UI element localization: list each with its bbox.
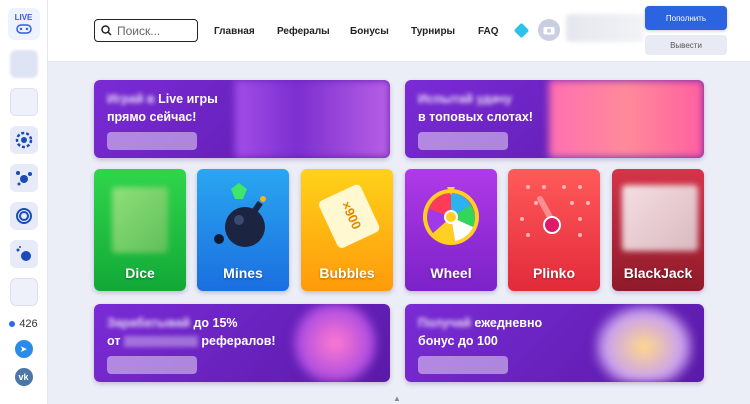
banner-live-line2: прямо сейчас! (107, 110, 197, 124)
search-input[interactable] (117, 23, 187, 38)
sidebar-item-ring[interactable] (9, 202, 38, 230)
nav-referrals[interactable]: Рефералы (277, 26, 330, 37)
deposit-button[interactable]: Пополнить (645, 6, 727, 30)
wheel-icon (15, 131, 32, 149)
game-label-plinko: Plinko (532, 265, 575, 281)
game-label-mines: Mines (223, 265, 263, 281)
banner-referral-blurred-value (123, 336, 198, 348)
sidebar-item-2[interactable] (9, 88, 38, 116)
diamond-icon[interactable] (513, 22, 530, 39)
banner-slots-line2: в топовых слотах! (418, 110, 533, 124)
nav-tournaments[interactable]: Турниры (411, 26, 455, 37)
banner-daily-line2: бонус до 100 (418, 334, 498, 348)
sidebar-item-dots[interactable] (9, 240, 38, 268)
bomb-icon (214, 183, 266, 247)
main-content: Играй в Live игры прямо сейчас! Испытай … (48, 62, 750, 404)
nav-home[interactable]: Главная (214, 26, 255, 37)
search-icon (101, 25, 112, 36)
banner-daily-line1: ежедневно (474, 316, 543, 330)
banner-referral-text: Зарабатывай до 15% от рефералов! (107, 314, 307, 350)
user-info-blurred (566, 14, 644, 42)
sidebar-item-3[interactable] (9, 278, 38, 306)
game-tile-bubbles[interactable]: ×900 Bubbles (301, 169, 393, 291)
banner-slots-art (549, 80, 704, 158)
banner-daily-blur-word: Получай (418, 316, 471, 330)
bubbles-icon (15, 171, 32, 186)
avatar[interactable] (538, 19, 560, 41)
blackjack-art-blurred (622, 185, 698, 251)
nav-bonuses[interactable]: Бонусы (350, 26, 389, 37)
banner-live-blur-word: Играй в (107, 92, 155, 106)
banner-slots-blur-word: Испытай удачу (418, 92, 512, 106)
game-tile-dice[interactable]: Dice (94, 169, 186, 291)
online-dot-icon (9, 321, 16, 327)
banner-daily-cta[interactable] (418, 356, 508, 374)
scroll-up-icon[interactable]: ▲ (393, 394, 401, 403)
logo-text: LIVE (14, 13, 33, 22)
header: Главная Рефералы Бонусы Турниры FAQ Попо… (48, 0, 750, 62)
nav-faq[interactable]: FAQ (478, 26, 499, 37)
banner-slots[interactable]: Испытай удачу в топовых слотах! (405, 80, 704, 158)
banner-slots-text: Испытай удачу в топовых слотах! (418, 90, 568, 126)
banner-daily-text: Получай ежедневно бонус до 100 (418, 314, 618, 350)
banner-referral-blur-word: Зарабатывай (107, 316, 190, 330)
game-label-bubbles: Bubbles (319, 265, 375, 281)
banner-slots-cta[interactable] (418, 132, 508, 150)
game-tile-blackjack[interactable]: BlackJack (612, 169, 704, 291)
live-logo[interactable]: LIVE (7, 8, 40, 40)
banner-referral-line1: до 15% (193, 316, 238, 330)
banner-live-cta[interactable] (107, 132, 197, 150)
sidebar: LIVE 426 ➤ vk (0, 0, 48, 404)
ring-icon (15, 208, 32, 224)
telegram-icon[interactable]: ➤ (14, 340, 33, 358)
banner-live-art (235, 80, 390, 158)
withdraw-button[interactable]: Вывести (645, 35, 727, 55)
game-tile-wheel[interactable]: Wheel (405, 169, 497, 291)
online-count: 426 (19, 318, 38, 330)
gamepad-icon (15, 24, 32, 34)
search-box[interactable] (94, 19, 198, 42)
banner-daily-bonus[interactable]: Получай ежедневно бонус до 100 (405, 304, 704, 382)
banner-referral-line2a: от (107, 334, 121, 348)
banner-referral[interactable]: Зарабатывай до 15% от рефералов! (94, 304, 390, 382)
sidebar-item-wheel[interactable] (9, 126, 38, 154)
vk-icon[interactable]: vk (14, 368, 33, 386)
sidebar-item-bubbles[interactable] (9, 164, 38, 192)
game-label-blackjack: BlackJack (623, 265, 693, 281)
sidebar-item-1[interactable] (9, 50, 38, 78)
online-counter: 426 (9, 318, 38, 330)
game-label-dice: Dice (125, 265, 155, 281)
dice-art-blurred (112, 187, 168, 253)
ticket-icon: ×900 (318, 184, 380, 248)
banner-referral-cta[interactable] (107, 356, 197, 374)
banner-referral-line2b: рефералов! (201, 334, 276, 348)
banner-live-games[interactable]: Играй в Live игры прямо сейчас! (94, 80, 390, 158)
dots-icon (16, 246, 31, 261)
banner-live-line1: Live игры (158, 92, 218, 106)
game-label-wheel: Wheel (430, 265, 472, 281)
fortune-wheel-icon (423, 187, 479, 245)
game-tile-plinko[interactable]: Plinko (508, 169, 600, 291)
camera-icon (543, 27, 555, 35)
banner-live-text: Играй в Live игры прямо сейчас! (107, 90, 257, 126)
plinko-board-icon (520, 185, 590, 237)
game-tile-mines[interactable]: Mines (197, 169, 289, 291)
